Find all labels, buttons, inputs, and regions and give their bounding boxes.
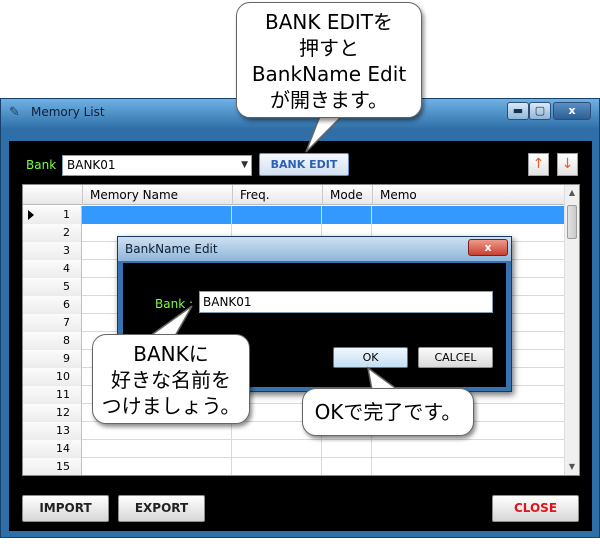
grid-header: Memory Name Freq. Mode Memo (23, 185, 566, 205)
bank-select-value: BANK01 (67, 158, 116, 172)
grid-cell[interactable] (322, 458, 372, 475)
scroll-thumb[interactable] (567, 205, 577, 239)
window-close-button[interactable]: x (553, 102, 591, 120)
move-down-button[interactable]: ↓ (557, 153, 578, 176)
grid-cell[interactable] (232, 458, 322, 475)
grid-corner (23, 185, 82, 205)
grid-cell[interactable] (82, 206, 232, 224)
minimize-button[interactable]: ▬ (507, 102, 529, 120)
grid-cell[interactable] (232, 440, 322, 458)
maximize-button[interactable]: ▢ (529, 102, 551, 120)
row-number: 11 (23, 386, 82, 404)
column-header-mode[interactable]: Mode (322, 185, 372, 205)
row-number: 2 (23, 224, 82, 242)
row-number: 9 (23, 350, 82, 368)
callout-line: BankName Edit (251, 62, 407, 86)
row-number: 10 (23, 368, 82, 386)
grid-cell[interactable] (322, 206, 372, 224)
callout-line: BANKに (133, 342, 209, 366)
bank-label: Bank (26, 158, 57, 172)
grid-cell[interactable] (322, 440, 372, 458)
ok-button[interactable]: OK (333, 347, 408, 368)
row-number: 8 (23, 332, 82, 350)
chevron-down-icon: ▼ (241, 160, 248, 170)
grid-cell[interactable] (372, 440, 566, 458)
grid-cell[interactable] (82, 422, 232, 440)
export-button[interactable]: EXPORT (118, 495, 205, 522)
grid-cell[interactable] (82, 458, 232, 475)
window-title: Memory List (31, 105, 105, 119)
callout-bank-edit: BANK EDITを 押すと BankName Edit が開きます。 (236, 2, 422, 118)
callout-line: 好きな名前を (111, 368, 231, 392)
table-row[interactable]: 13 (23, 422, 566, 440)
dialog-titlebar[interactable]: BankName Edit x (118, 237, 511, 261)
row-number: 12 (23, 404, 82, 422)
dialog-title: BankName Edit (125, 242, 218, 256)
move-up-button[interactable]: ↑ (528, 153, 549, 176)
dialog-bank-label: Bank : (155, 297, 193, 311)
grid-cell[interactable] (372, 458, 566, 475)
import-button[interactable]: IMPORT (22, 495, 109, 522)
row-number: 13 (23, 422, 82, 440)
row-number: 14 (23, 440, 82, 458)
dialog-close-button[interactable]: x (468, 239, 508, 256)
row-number: 6 (23, 296, 82, 314)
grid-cell[interactable] (82, 440, 232, 458)
row-number: 3 (23, 242, 82, 260)
bank-select[interactable]: BANK01 ▼ (62, 155, 252, 176)
close-button[interactable]: CLOSE (492, 495, 579, 522)
column-header-memo[interactable]: Memo (372, 185, 566, 205)
callout-line: が開きます。 (270, 88, 388, 112)
callout-line: 押すと (299, 36, 359, 60)
grid-cell[interactable] (232, 206, 322, 224)
bank-name-input[interactable]: BANK01 (199, 291, 493, 313)
row-number: 5 (23, 278, 82, 296)
table-row[interactable]: 1 (23, 206, 566, 224)
vertical-scrollbar[interactable]: ▲ ▼ (564, 185, 579, 475)
row-number: 4 (23, 260, 82, 278)
cancel-button[interactable]: CALCEL (418, 347, 493, 368)
callout-ok: OKで完了です。 (302, 388, 474, 436)
callout-line: BANK EDITを (265, 10, 393, 34)
current-row-arrow-icon (28, 210, 34, 220)
table-row[interactable]: 14 (23, 440, 566, 458)
bank-edit-button[interactable]: BANK EDIT (259, 153, 349, 176)
app-icon: ✎ (9, 105, 20, 120)
scroll-up-icon[interactable]: ▲ (565, 185, 579, 201)
row-number: 7 (23, 314, 82, 332)
scroll-down-icon[interactable]: ▼ (565, 459, 579, 475)
column-header-memory-name[interactable]: Memory Name (82, 185, 232, 205)
row-number: 15 (23, 458, 82, 475)
grid-cell[interactable] (372, 206, 566, 224)
screenshot-stage: ✎ Memory List ▬ ▢ x Bank BANK01 ▼ BANK E… (0, 0, 600, 548)
column-header-freq[interactable]: Freq. (232, 185, 322, 205)
callout-bank-name: BANKに 好きな名前を つけましょう。 (92, 334, 250, 424)
table-row[interactable]: 15 (23, 458, 566, 475)
callout-line: つけましょう。 (101, 394, 241, 418)
